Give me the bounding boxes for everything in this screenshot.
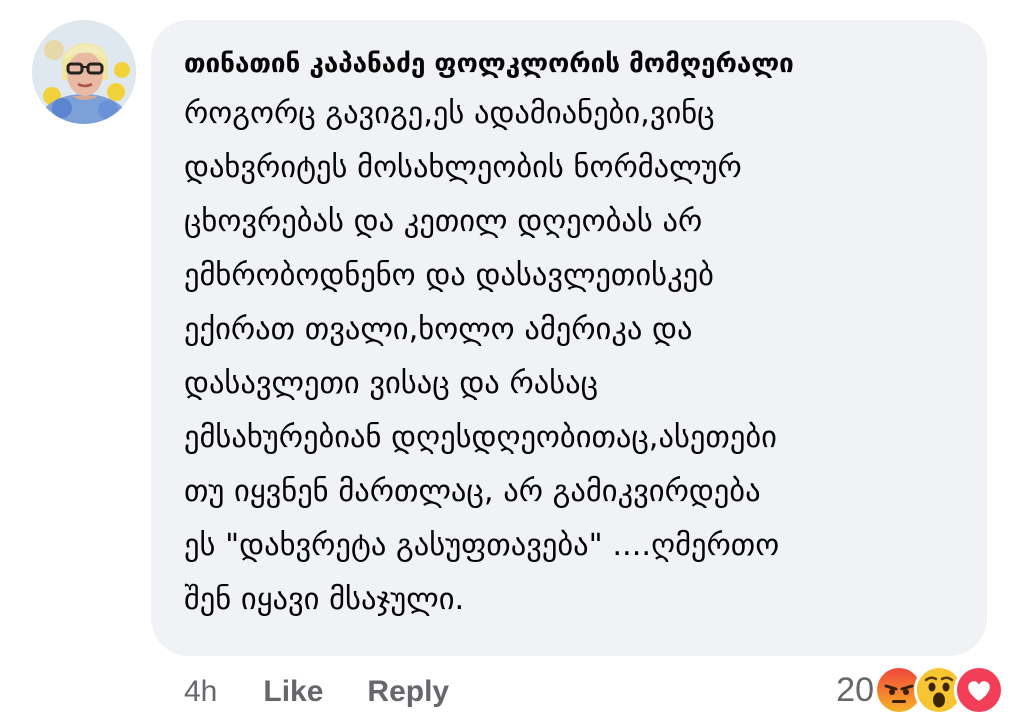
timestamp[interactable]: 4h	[184, 675, 217, 709]
love-reaction-icon	[954, 665, 1004, 715]
reply-button[interactable]: Reply	[367, 675, 449, 709]
like-button[interactable]: Like	[263, 675, 323, 709]
comment-bubble: თინათინ კაპანაძე ფოლკლორის მომღერალი როგ…	[151, 20, 987, 656]
reactions-summary[interactable]: 20	[836, 664, 1004, 716]
comment: თინათინ კაპანაძე ფოლკლორის მომღერალი როგ…	[0, 0, 1024, 723]
comment-text: როგორც გავიგე,ეს ადამიანები,ვინც დახვრიტ…	[184, 96, 780, 617]
avatar[interactable]	[32, 20, 136, 124]
reaction-count: 20	[836, 670, 874, 709]
comment-actions: 4h Like Reply	[184, 672, 493, 712]
author-name[interactable]: თინათინ კაპანაძე ფოლკლორის მომღერალი	[184, 45, 824, 83]
